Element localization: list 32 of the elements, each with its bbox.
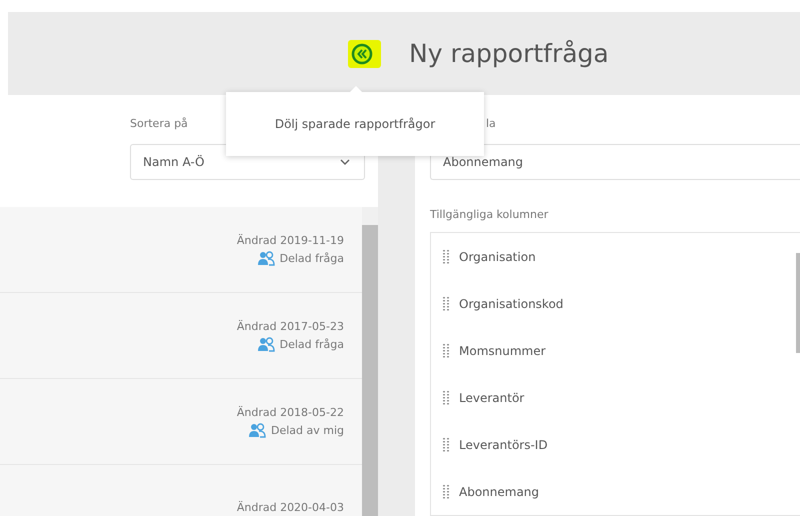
drag-handle-icon [443, 390, 450, 404]
drag-handle-icon [443, 296, 450, 310]
chevron-icon [340, 159, 350, 165]
drag-handle-icon [443, 438, 450, 452]
column-item[interactable]: Leverantörs-ID [443, 421, 800, 468]
sharing-status: Delad fråga [280, 338, 344, 350]
drag-handle-icon [443, 344, 450, 358]
column-item[interactable]: Leverantör [443, 374, 800, 421]
drag-handle-icon [443, 484, 450, 498]
columns-label: Tillgängliga kolumner [430, 208, 548, 221]
source-label: la [486, 117, 496, 130]
people-icon [248, 422, 266, 438]
column-item[interactable]: Organisation [443, 233, 800, 280]
modified-date: Ändrad 2020-04-03 [236, 501, 344, 514]
tooltip-text: Dölj sparade rapportfrågor [274, 117, 436, 131]
scrollbar[interactable] [362, 207, 378, 516]
sharing-status: Delad av mig [270, 424, 344, 436]
sharing-status: Delad fråga [280, 252, 344, 264]
people-icon [258, 336, 275, 352]
people-icon [258, 250, 275, 266]
drag-handle-icon [443, 250, 450, 264]
column-item[interactable]: Organisationskod [443, 280, 800, 327]
modified-date: Ändrad 2019-11-19 [236, 234, 344, 246]
modified-date: Ändrad 2017-05-23 [236, 320, 344, 332]
modified-date: Ändrad 2018-05-22 [236, 406, 344, 418]
column-item[interactable]: Abonnemang [443, 468, 800, 515]
sort-label: Sortera på [130, 117, 188, 130]
page-title: Ny rapportfråga [409, 39, 609, 68]
collapse-icon[interactable] [348, 40, 381, 68]
source-dropdown[interactable]: Abonnemang [430, 144, 800, 180]
column-item[interactable]: Momsnummer [443, 327, 800, 374]
scrollbar[interactable] [796, 253, 800, 353]
